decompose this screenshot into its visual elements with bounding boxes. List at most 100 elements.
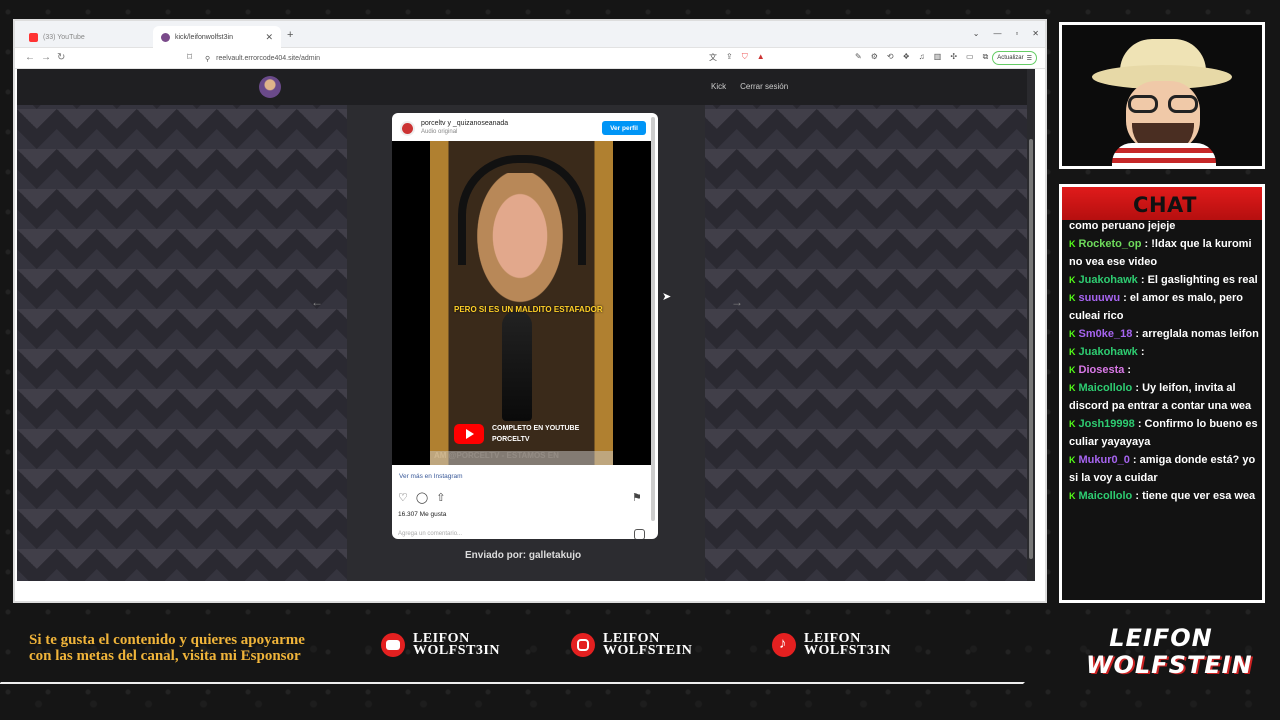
tab-bar: (33) YouTube kick/leifonwolfst3in ✕ + ⌄ … — [15, 21, 1045, 48]
chat-panel: CHAT como peruano jejeje K Rocketo_op : !l… — [1059, 184, 1265, 603]
embed-scrollbar[interactable] — [651, 117, 655, 521]
view-more-link[interactable]: Ver más en Instagram — [399, 473, 463, 480]
chat-message: K Juakohawk : — [1069, 343, 1262, 361]
brave-shield-icon[interactable]: ⛉ — [742, 52, 748, 63]
kick-favicon-icon — [161, 32, 170, 42]
forward-icon[interactable]: → — [41, 52, 51, 63]
chat-messages: como peruano jejeje K Rocketo_op : !ldax q… — [1069, 217, 1262, 505]
close-window-icon[interactable]: ✕ — [1032, 29, 1039, 38]
site-logo[interactable] — [259, 76, 281, 98]
channel-logo: LEIFON WOLFSTEIN — [1086, 624, 1253, 679]
extension-icon[interactable]: ❖ — [903, 52, 910, 62]
logo-line: WOLFSTEIN — [1086, 651, 1253, 679]
site-nav: Kick Cerrar sesión — [711, 82, 788, 91]
close-icon[interactable]: ✕ — [265, 32, 273, 43]
update-button[interactable]: Actualizar ☰ — [992, 51, 1037, 65]
instagram-icon — [571, 633, 595, 657]
tabs-icon[interactable]: ⧉ — [983, 52, 989, 62]
youtube-icon — [381, 633, 405, 657]
prev-arrow-icon[interactable]: ← — [311, 295, 323, 309]
social-youtube: LEIFON WOLFST3IN — [381, 632, 500, 658]
comment-icon[interactable]: ◯ — [416, 491, 428, 504]
social-handle: LEIFON WOLFSTEIN — [603, 632, 693, 658]
kick-badge-icon: K — [1069, 491, 1076, 501]
share-icon[interactable]: ⇪ — [726, 52, 733, 63]
chat-username[interactable]: Diosesta — [1079, 364, 1125, 376]
chat-text: : tiene que ver esa wea — [1135, 490, 1256, 502]
page-content: Kick Cerrar sesión ← → porceltv y _quiza… — [17, 69, 1035, 581]
chat-username[interactable]: Josh19998 — [1079, 418, 1135, 430]
share-icon[interactable]: ⇧ — [436, 491, 445, 504]
bookmark-icon[interactable]: ⚑ — [632, 491, 642, 504]
embed-header: porceltv y _quizanoseanada Audio origina… — [392, 113, 658, 141]
nav-kick-link[interactable]: Kick — [711, 82, 726, 91]
new-tab-button[interactable]: + — [287, 29, 293, 41]
pin-icon[interactable]: ✎ — [855, 52, 862, 62]
minimize-icon[interactable]: — — [993, 29, 1001, 38]
reload-icon[interactable]: ↻ — [57, 52, 65, 63]
chat-username[interactable]: Juakohawk — [1079, 346, 1138, 358]
bookmark-icon[interactable]: ⌑ — [187, 52, 192, 63]
next-arrow-icon[interactable]: → — [731, 295, 743, 309]
logo-line: LEIFON — [1109, 624, 1213, 652]
url-field[interactable]: ⚲ reelvault.errorcode404.site/admin — [205, 51, 785, 66]
video-ticker: AM @PORCELTV - ESTAMOS EN — [430, 451, 613, 465]
chat-username[interactable]: Maicollolo — [1079, 382, 1133, 394]
chat-username[interactable]: Sm0ke_18 — [1079, 328, 1133, 340]
page-scrollbar[interactable] — [1027, 69, 1035, 581]
social-line: WOLFSTEIN — [603, 643, 693, 658]
scrollbar-thumb[interactable] — [1029, 139, 1033, 559]
person-graphic — [470, 173, 570, 313]
chat-text: : El gaslighting es real — [1140, 274, 1258, 286]
translate-icon[interactable]: 文 — [709, 52, 717, 63]
video-frame: PERO SI ES UN MALDITO ESTAFADOR COMPLETO… — [430, 141, 613, 465]
chat-message: K Diosesta : — [1069, 361, 1262, 379]
kick-badge-icon: K — [1069, 239, 1076, 249]
chat-username[interactable]: Rocketo_op — [1079, 238, 1142, 250]
sidebar-icon[interactable]: ▥ — [934, 52, 942, 62]
site-info-icon[interactable]: ⚲ — [205, 55, 210, 63]
back-icon[interactable]: ← — [25, 52, 35, 63]
chat-username[interactable]: Juakohawk — [1079, 274, 1138, 286]
instagram-embed: porceltv y _quizanoseanada Audio origina… — [392, 113, 658, 539]
chat-message: K Mukur0_0 : amiga donde está? yo si la v… — [1069, 451, 1262, 487]
chat-title: CHAT — [1133, 193, 1197, 217]
wallet-icon[interactable]: ▭ — [966, 52, 974, 62]
rewards-icon[interactable]: ▲ — [757, 52, 765, 63]
social-line: WOLFST3IN — [413, 643, 500, 658]
footer-divider — [0, 682, 1025, 684]
view-profile-button[interactable]: Ver perfil — [602, 121, 646, 135]
music-icon[interactable]: ♫ — [919, 52, 925, 62]
social-instagram: LEIFON WOLFSTEIN — [571, 632, 693, 658]
chat-username[interactable]: suuuwu — [1079, 292, 1121, 304]
maximize-icon[interactable]: ▫ — [1015, 29, 1018, 38]
embed-username[interactable]: porceltv y _quizanoseanada — [421, 120, 508, 127]
social-handle: LEIFON WOLFST3IN — [413, 632, 500, 658]
instagram-icon[interactable] — [634, 529, 645, 539]
promo-line: PORCELTV — [492, 436, 530, 443]
window-controls: ⌄ — ▫ ✕ — [973, 29, 1039, 38]
extension-icon[interactable]: ⚙ — [871, 52, 878, 62]
puzzle-icon[interactable]: ✣ — [950, 52, 957, 62]
heart-icon[interactable]: ♡ — [398, 491, 408, 504]
chat-message: K Maicollolo : Uy leifon, invita al disco… — [1069, 379, 1262, 415]
webcam-overlay — [1059, 22, 1265, 169]
site-header: Kick Cerrar sesión — [17, 69, 1035, 105]
youtube-promo: COMPLETO EN YOUTUBE PORCELTV — [454, 423, 579, 445]
youtube-play-icon — [454, 424, 484, 444]
tab-youtube[interactable]: (33) YouTube — [21, 26, 149, 48]
tab-kick[interactable]: kick/leifonwolfst3in ✕ — [153, 26, 281, 48]
extension-icon[interactable]: ⟲ — [887, 52, 894, 62]
browser-window: (33) YouTube kick/leifonwolfst3in ✕ + ⌄ … — [13, 19, 1047, 603]
chat-username[interactable]: Mukur0_0 — [1079, 454, 1130, 466]
chat-text: : — [1127, 364, 1132, 376]
url-actions: 文 ⇪ ⛉ ▲ — [709, 52, 765, 63]
comment-input[interactable]: Agrega un comentario... — [398, 531, 462, 537]
logout-link[interactable]: Cerrar sesión — [740, 82, 788, 91]
chat-message: K Maicollolo : tiene que ver esa wea — [1069, 487, 1262, 505]
embed-video[interactable]: PERO SI ES UN MALDITO ESTAFADOR COMPLETO… — [392, 141, 651, 465]
avatar[interactable] — [400, 121, 415, 136]
chevron-down-icon[interactable]: ⌄ — [973, 29, 980, 38]
chat-text: como peruano jejeje — [1069, 220, 1176, 232]
chat-username[interactable]: Maicollolo — [1079, 490, 1133, 502]
